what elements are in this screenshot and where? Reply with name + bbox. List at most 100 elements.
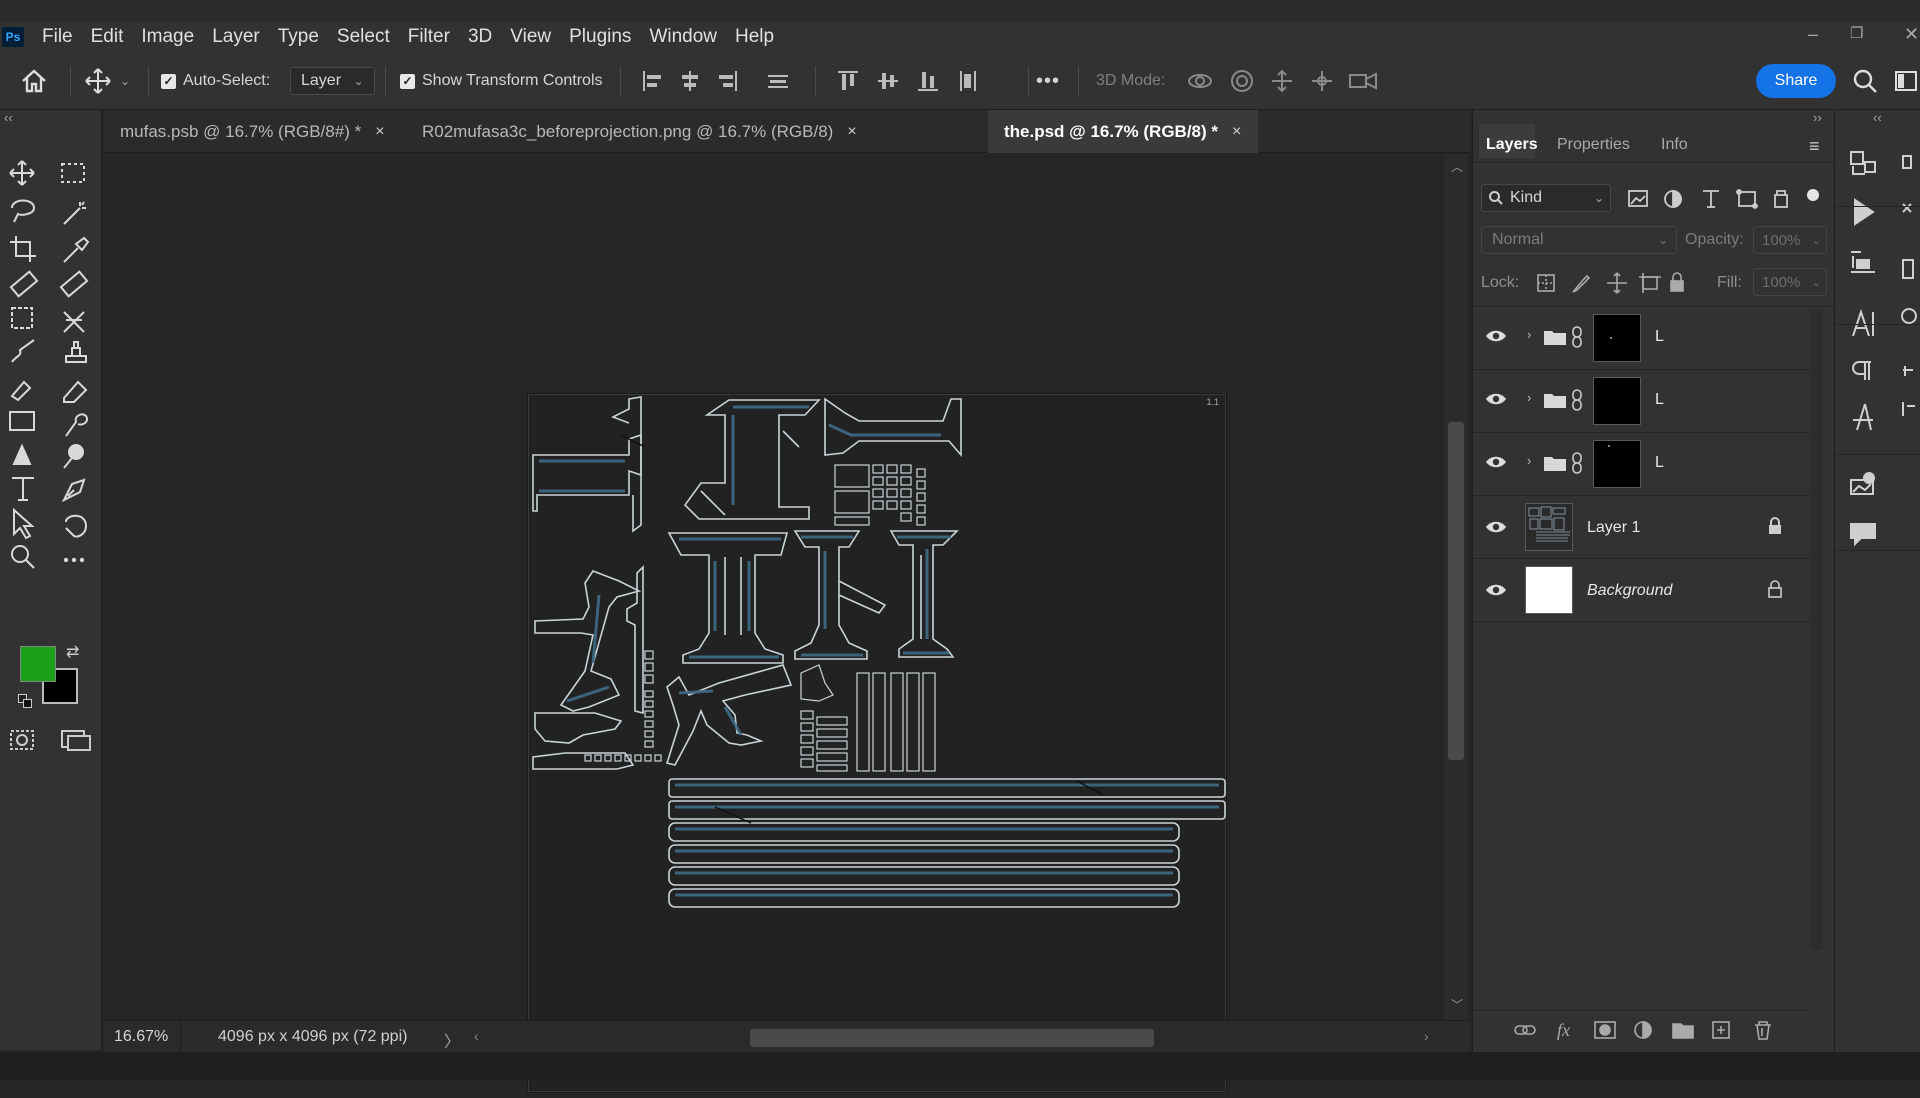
rotate-view-tool[interactable] <box>52 550 88 584</box>
workspace-button[interactable] <box>1894 70 1918 97</box>
auto-select-dropdown[interactable]: Layer ⌄ <box>290 52 375 110</box>
layer-name[interactable]: Background <box>1587 582 1672 600</box>
expand-group-icon[interactable]: › <box>1527 390 1531 405</box>
close-icon[interactable]: × <box>847 123 856 141</box>
crop-tool[interactable] <box>2 230 38 264</box>
scroll-up-icon[interactable]: ︿ <box>1451 158 1463 175</box>
layer-actions-icons[interactable]: fx <box>1513 1016 1803 1044</box>
layer-thumbnail[interactable] <box>1525 566 1573 614</box>
layer-row-group[interactable]: › L <box>1473 434 1811 496</box>
layer-mask-thumbnail[interactable] <box>1593 440 1641 488</box>
visibility-eye-icon[interactable] <box>1485 454 1507 470</box>
path-selection-tool[interactable] <box>2 550 38 584</box>
zoom-tool[interactable] <box>2 590 38 624</box>
move-tool-preset[interactable]: ⌄ <box>84 52 130 110</box>
expand-group-icon[interactable]: › <box>1527 453 1531 468</box>
foreground-color-swatch[interactable] <box>20 646 56 682</box>
visibility-eye-icon[interactable] <box>1485 391 1507 407</box>
layer-row-pixel[interactable]: Layer 1 <box>1473 497 1811 559</box>
home-button[interactable] <box>20 52 48 110</box>
scroll-right-icon[interactable]: › <box>1424 1028 1429 1044</box>
menu-window[interactable]: Window <box>649 26 717 48</box>
gradient-tool[interactable] <box>2 430 38 464</box>
panel-menu-icon[interactable]: ≡ <box>1809 136 1820 157</box>
glyphs-panel-icon[interactable] <box>1851 420 1881 450</box>
tab-the-psd[interactable]: the.psd @ 16.7% (RGB/8) * × <box>988 110 1258 153</box>
blend-mode-dropdown[interactable]: Normal ⌄ <box>1481 226 1677 254</box>
eyedropper-tool[interactable] <box>52 230 88 264</box>
layer-mask-thumbnail[interactable] <box>1593 377 1641 425</box>
close-icon[interactable]: × <box>375 123 384 141</box>
share-button[interactable]: Share <box>1756 64 1836 98</box>
paragraph-panel-icon[interactable] <box>1851 362 1881 392</box>
lock-icon[interactable] <box>1767 517 1783 535</box>
more-tools-button[interactable] <box>52 590 88 624</box>
layer-row-group[interactable]: › L <box>1473 371 1811 433</box>
menu-file[interactable]: File <box>42 26 73 48</box>
brush-tool[interactable] <box>2 350 38 384</box>
layer-thumbnail[interactable] <box>1525 503 1573 551</box>
show-transform-checkbox[interactable]: ✓ Show Transform Controls <box>400 52 603 110</box>
document-info[interactable]: 4096 px x 4096 px (72 ppi) <box>218 1028 407 1046</box>
menu-plugins[interactable]: Plugins <box>569 26 631 48</box>
link-icon[interactable] <box>1571 326 1583 348</box>
magic-wand-tool[interactable] <box>52 190 88 224</box>
menu-view[interactable]: View <box>510 26 551 48</box>
comments-panel-icon[interactable] <box>1851 524 1881 554</box>
tab-mufas-psb[interactable]: mufas.psb @ 16.7% (RGB/8#) * × <box>104 110 404 153</box>
document-canvas[interactable]: 1.1 <box>528 394 1226 1092</box>
menu-type[interactable]: Type <box>278 26 319 48</box>
swap-colors-icon[interactable]: ⇄ <box>66 642 79 662</box>
default-colors-icon[interactable] <box>18 694 32 708</box>
lock-options-icons[interactable] <box>1535 270 1685 296</box>
scroll-left-icon[interactable]: ‹ <box>474 1028 479 1044</box>
type-tool[interactable] <box>2 510 38 544</box>
tab-info[interactable]: Info <box>1661 136 1688 154</box>
minimize-button[interactable]: – <box>1808 24 1818 45</box>
zoom-level[interactable]: 16.67% <box>114 1028 168 1046</box>
quick-mask-icon[interactable] <box>8 726 96 756</box>
patch-tool[interactable] <box>52 270 88 304</box>
libraries-panel-icon[interactable] <box>1851 478 1881 508</box>
link-icon[interactable] <box>1571 389 1583 411</box>
layer-filter-dropdown[interactable]: Kind ⌄ <box>1481 184 1611 212</box>
collapse-icon[interactable]: ‹‹ <box>1873 110 1882 125</box>
clone-stamp-tool[interactable] <box>52 350 88 384</box>
lock-icon[interactable] <box>1767 580 1783 598</box>
history-panel-icon[interactable] <box>1851 150 1881 180</box>
sharpen-tool[interactable] <box>2 470 38 504</box>
menu-select[interactable]: Select <box>337 26 390 48</box>
fill-input[interactable]: 100% ⌄ <box>1753 268 1827 296</box>
pen-tool[interactable] <box>52 510 88 544</box>
menu-help[interactable]: Help <box>735 26 774 48</box>
tab-r02mufasa3c[interactable]: R02mufasa3c_beforeprojection.png @ 16.7%… <box>406 110 986 153</box>
tab-layers[interactable]: Layers <box>1486 136 1538 154</box>
collapse-icon[interactable]: ‹‹ <box>4 110 13 125</box>
layer-name[interactable]: L <box>1655 328 1664 346</box>
vertical-scroll-thumb[interactable] <box>1448 422 1464 760</box>
horizontal-scroll-thumb[interactable] <box>750 1029 1154 1047</box>
menu-layer[interactable]: Layer <box>212 26 260 48</box>
layers-scrollbar[interactable] <box>1811 310 1823 950</box>
layer-name[interactable]: Layer 1 <box>1587 519 1640 537</box>
dodge-tool[interactable] <box>52 470 88 504</box>
move-tool[interactable] <box>2 150 38 184</box>
content-aware-tool[interactable] <box>2 310 38 344</box>
menu-image[interactable]: Image <box>141 26 194 48</box>
character-panel-icon[interactable] <box>1851 310 1881 340</box>
expand-icon[interactable]: ›› <box>1813 110 1822 125</box>
history-brush-tool[interactable] <box>2 390 38 424</box>
layer-row-group[interactable]: › L <box>1473 308 1811 370</box>
status-menu-arrow[interactable]: 〉 <box>444 1028 460 1052</box>
menu-edit[interactable]: Edit <box>91 26 124 48</box>
puppet-warp-tool[interactable] <box>52 310 88 344</box>
visibility-eye-icon[interactable] <box>1485 582 1507 598</box>
vertical-scrollbar[interactable]: ︿ ﹀ <box>1444 154 1468 1020</box>
layer-mask-thumbnail[interactable] <box>1593 314 1641 362</box>
opacity-input[interactable]: 100% ⌄ <box>1753 226 1827 254</box>
menu-filter[interactable]: Filter <box>408 26 450 48</box>
auto-select-checkbox[interactable]: ✓ Auto-Select: <box>161 52 270 110</box>
search-button[interactable] <box>1852 68 1878 99</box>
menu-3d[interactable]: 3D <box>468 26 492 48</box>
healing-brush-tool[interactable] <box>2 270 38 304</box>
